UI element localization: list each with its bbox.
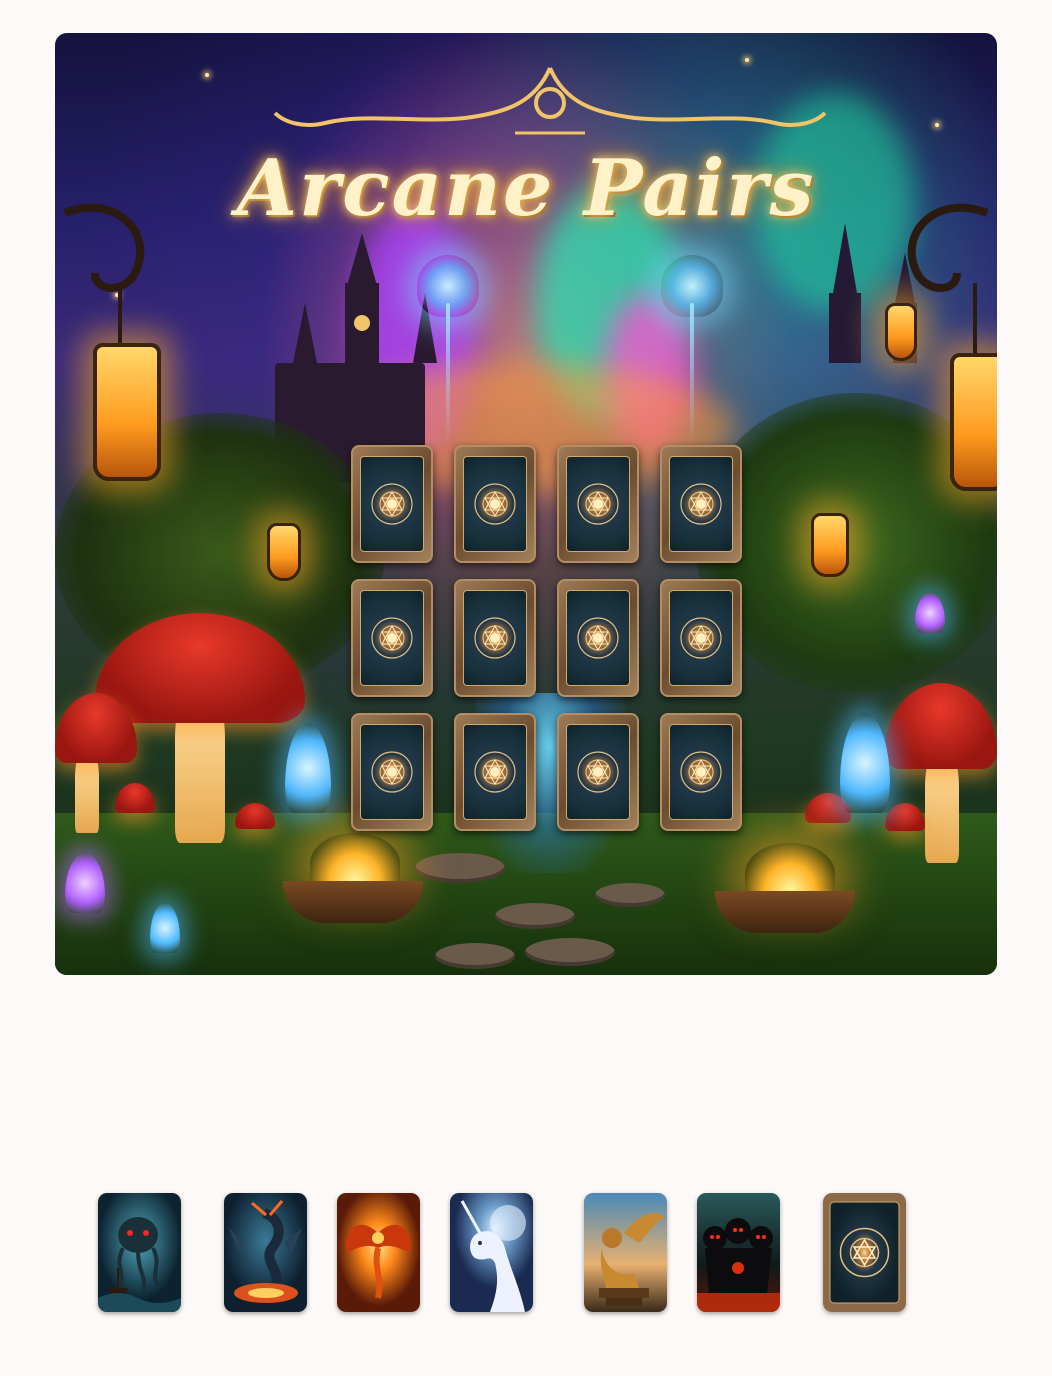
lantern-hook-left (63, 203, 145, 343)
arcane-sigil-icon (577, 617, 619, 659)
tray-card-kraken[interactable] (98, 1193, 181, 1312)
game-title: Arcane Pairs (236, 143, 816, 234)
unicorn-icon (450, 1193, 533, 1312)
tray-card-phoenix[interactable] (337, 1193, 420, 1312)
arcane-sigil-icon (371, 617, 413, 659)
arcane-sigil-icon (577, 751, 619, 793)
arcane-sigil-icon (474, 483, 516, 525)
lantern-hook-right (907, 203, 989, 353)
tray-card-cerberus[interactable] (697, 1193, 780, 1312)
spirit-tendril (690, 303, 694, 443)
lantern-right (950, 353, 997, 491)
arcane-sigil-icon (680, 617, 722, 659)
card-back-face (669, 590, 733, 686)
brazier-bowl-left (283, 881, 423, 923)
arcane-sigil-icon (474, 751, 516, 793)
arcane-sigil-icon (371, 483, 413, 525)
memory-card[interactable] (351, 445, 433, 563)
memory-card[interactable] (454, 713, 536, 831)
kraken-icon (98, 1193, 181, 1312)
stepping-stone (595, 883, 665, 907)
tray-card-dragon[interactable] (224, 1193, 307, 1312)
sparkle (205, 73, 209, 77)
lantern-small-right (811, 513, 849, 577)
card-back-face (463, 456, 527, 552)
card-back-face (463, 590, 527, 686)
spirit-tendril (446, 303, 450, 443)
sparkle (745, 58, 749, 62)
mushroom-stem (75, 753, 99, 833)
memory-card[interactable] (557, 713, 639, 831)
griffin-icon (584, 1193, 667, 1312)
stepping-stone (495, 903, 575, 929)
card-back-face (566, 724, 630, 820)
game-board-scene: Arcane Pairs (55, 33, 997, 975)
memory-card[interactable] (454, 579, 536, 697)
brazier-bowl-right (715, 891, 855, 933)
mushroom-cap (885, 683, 997, 769)
dragon-icon (224, 1193, 307, 1312)
lantern-left (93, 343, 161, 481)
card-back-face (669, 456, 733, 552)
card-back-face (360, 724, 424, 820)
arcane-sigil-icon (680, 751, 722, 793)
memory-card[interactable] (660, 713, 742, 831)
sparkle (935, 123, 939, 127)
card-back-face (463, 724, 527, 820)
card-back-icon (823, 1193, 906, 1312)
tray-card-unicorn[interactable] (450, 1193, 533, 1312)
glowing-mushroom (840, 713, 890, 813)
arcane-sigil-icon (680, 483, 722, 525)
arcane-sigil-icon (474, 617, 516, 659)
memory-card[interactable] (351, 713, 433, 831)
mushroom-cap (885, 803, 925, 831)
memory-card[interactable] (557, 445, 639, 563)
memory-card[interactable] (660, 445, 742, 563)
glowing-mushroom (285, 723, 331, 813)
stepping-stone (525, 938, 615, 966)
memory-card[interactable] (454, 445, 536, 563)
card-back-face (566, 456, 630, 552)
stepping-stone (415, 853, 505, 883)
card-grid (351, 445, 747, 831)
tray-card-griffin[interactable] (584, 1193, 667, 1312)
arcane-sigil-icon (371, 751, 413, 793)
lantern-small-left (267, 523, 301, 581)
title-flourish (273, 67, 827, 135)
memory-card[interactable] (351, 579, 433, 697)
mushroom-stem (925, 753, 959, 863)
card-back-face (566, 590, 630, 686)
card-back-face (360, 456, 424, 552)
memory-card[interactable] (557, 579, 639, 697)
stepping-stone (435, 943, 515, 969)
memory-card[interactable] (660, 579, 742, 697)
mushroom-cap (115, 783, 155, 813)
mushroom-cap (235, 803, 275, 829)
arcane-sigil-icon (577, 483, 619, 525)
phoenix-icon (337, 1193, 420, 1312)
cerberus-icon (697, 1193, 780, 1312)
card-back-face (360, 590, 424, 686)
tray-card-back[interactable] (823, 1193, 906, 1312)
card-back-face (669, 724, 733, 820)
